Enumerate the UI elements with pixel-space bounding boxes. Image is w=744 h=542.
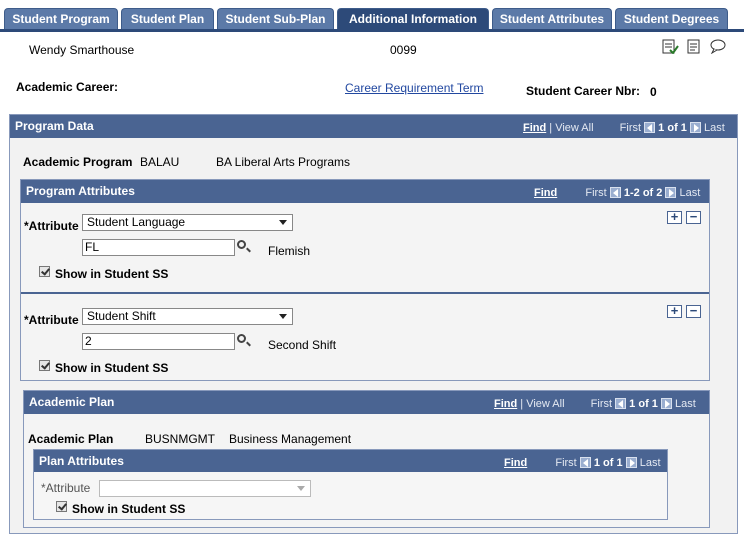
program-data-nav: Find | View All First 1 of 1 Last — [523, 122, 725, 134]
program-data-last[interactable]: Last — [704, 122, 725, 134]
nav-left-icon[interactable] — [579, 457, 591, 468]
program-attributes-count: 1-2 of 2 — [623, 187, 663, 199]
add-row-button-2[interactable]: + — [667, 304, 682, 318]
attribute-select-2-value: Student Shift — [87, 309, 156, 323]
academic-plan-last[interactable]: Last — [675, 398, 696, 410]
dropdown-arrow-icon — [297, 486, 305, 491]
nav-right-icon[interactable] — [660, 398, 672, 409]
attribute-code-desc-1: Flemish — [268, 244, 311, 258]
notepad-check-icon[interactable] — [661, 38, 679, 54]
student-id: 0099 — [390, 43, 417, 57]
tab-student-degrees[interactable]: Student Degrees — [615, 8, 728, 29]
attribute-code-input-2[interactable]: 2 — [82, 333, 235, 350]
nav-right-icon[interactable] — [625, 457, 637, 468]
academic-career-label: Academic Career: — [16, 80, 119, 94]
academic-plan-code: BUSNMGMT — [145, 432, 215, 446]
attribute-code-input-1[interactable]: FL — [82, 239, 235, 256]
program-data-view-all[interactable]: View All — [555, 122, 593, 134]
academic-plan-view-all[interactable]: View All — [526, 398, 564, 410]
program-attributes-title: Program Attributes — [26, 184, 135, 198]
program-data-title: Program Data — [15, 119, 94, 133]
attribute-label-2: *Attribute — [24, 313, 79, 327]
program-data-find-link[interactable]: Find — [523, 122, 546, 134]
nav-left-icon[interactable] — [644, 122, 656, 133]
program-data-count: 1 of 1 — [658, 122, 687, 134]
attribute-select-2[interactable]: Student Shift — [82, 308, 293, 325]
academic-plan-desc: Business Management — [229, 432, 352, 446]
plan-show-in-student-ss-label: Show in Student SS — [72, 502, 186, 516]
attribute-code-desc-2: Second Shift — [268, 338, 337, 352]
row-divider — [21, 292, 709, 294]
plan-attributes-find-link[interactable]: Find — [504, 457, 527, 469]
plan-attributes-first[interactable]: First — [555, 457, 576, 469]
tab-underline — [0, 29, 744, 32]
show-in-student-ss-label-1: Show in Student SS — [55, 267, 169, 281]
notepad-icon[interactable] — [686, 38, 702, 54]
program-attributes-first[interactable]: First — [585, 187, 606, 199]
academic-plan-header: Academic Plan Find | View All First 1 of… — [24, 391, 709, 414]
dropdown-arrow-icon — [279, 220, 287, 225]
student-career-nbr-label: Student Career Nbr: — [526, 84, 641, 98]
tab-student-program[interactable]: Student Program — [4, 8, 118, 29]
plan-attributes-nav: Find First 1 of 1 Last — [504, 457, 661, 469]
delete-row-button-2[interactable]: − — [686, 304, 701, 318]
academic-plan-count: 1 of 1 — [629, 398, 658, 410]
add-row-button-1[interactable]: + — [667, 210, 682, 224]
show-in-student-ss-label-2: Show in Student SS — [55, 361, 169, 375]
program-attributes-find-link[interactable]: Find — [534, 187, 557, 199]
tab-additional-information[interactable]: Additional Information — [337, 8, 489, 29]
delete-row-button-1[interactable]: − — [686, 210, 701, 224]
lookup-magnifier-icon[interactable] — [237, 240, 246, 249]
show-in-student-ss-checkbox-1[interactable] — [39, 266, 50, 277]
attribute-label-1: *Attribute — [24, 219, 79, 233]
program-attributes-header: Program Attributes Find First 1-2 of 2 L… — [21, 180, 709, 203]
academic-plan-title: Academic Plan — [29, 395, 115, 409]
plan-attributes-count: 1 of 1 — [593, 457, 623, 469]
plan-attribute-select[interactable] — [99, 480, 311, 497]
academic-plan-find-link[interactable]: Find — [494, 398, 517, 410]
nav-right-icon[interactable] — [689, 122, 701, 133]
plan-show-in-student-ss-checkbox[interactable] — [56, 501, 67, 512]
speech-bubble-icon[interactable] — [709, 38, 727, 54]
tab-student-sub-plan[interactable]: Student Sub-Plan — [217, 8, 334, 29]
program-data-first[interactable]: First — [620, 122, 641, 134]
student-career-nbr-value: 0 — [650, 85, 657, 99]
attribute-select-1[interactable]: Student Language — [82, 214, 293, 231]
academic-program-code: BALAU — [140, 155, 180, 169]
nav-left-icon[interactable] — [615, 398, 627, 409]
program-data-header: Program Data Find | View All First 1 of … — [10, 115, 737, 138]
academic-plan-label: Academic Plan — [28, 432, 114, 446]
program-attributes-last[interactable]: Last — [680, 187, 701, 199]
dropdown-arrow-icon — [279, 314, 287, 319]
plan-attributes-header: Plan Attributes Find First 1 of 1 Last — [34, 450, 667, 472]
academic-plan-first[interactable]: First — [591, 398, 612, 410]
nav-left-icon[interactable] — [609, 187, 621, 198]
tab-student-attributes[interactable]: Student Attributes — [492, 8, 612, 29]
attribute-select-1-value: Student Language — [87, 215, 186, 229]
academic-plan-nav: Find | View All First 1 of 1 Last — [494, 398, 696, 410]
plan-attributes-title: Plan Attributes — [39, 454, 124, 468]
program-attributes-nav: Find First 1-2 of 2 Last — [534, 187, 700, 199]
lookup-magnifier-icon[interactable] — [237, 334, 246, 343]
show-in-student-ss-checkbox-2[interactable] — [39, 360, 50, 371]
academic-program-label: Academic Program — [23, 155, 133, 169]
tab-student-plan[interactable]: Student Plan — [121, 8, 214, 29]
nav-right-icon[interactable] — [665, 187, 677, 198]
plan-attributes-last[interactable]: Last — [640, 457, 661, 469]
career-requirement-term-link[interactable]: Career Requirement Term — [345, 81, 484, 95]
academic-program-desc: BA Liberal Arts Programs — [216, 155, 351, 169]
plan-attribute-label: *Attribute — [41, 481, 91, 495]
student-name: Wendy Smarthouse — [29, 43, 135, 57]
